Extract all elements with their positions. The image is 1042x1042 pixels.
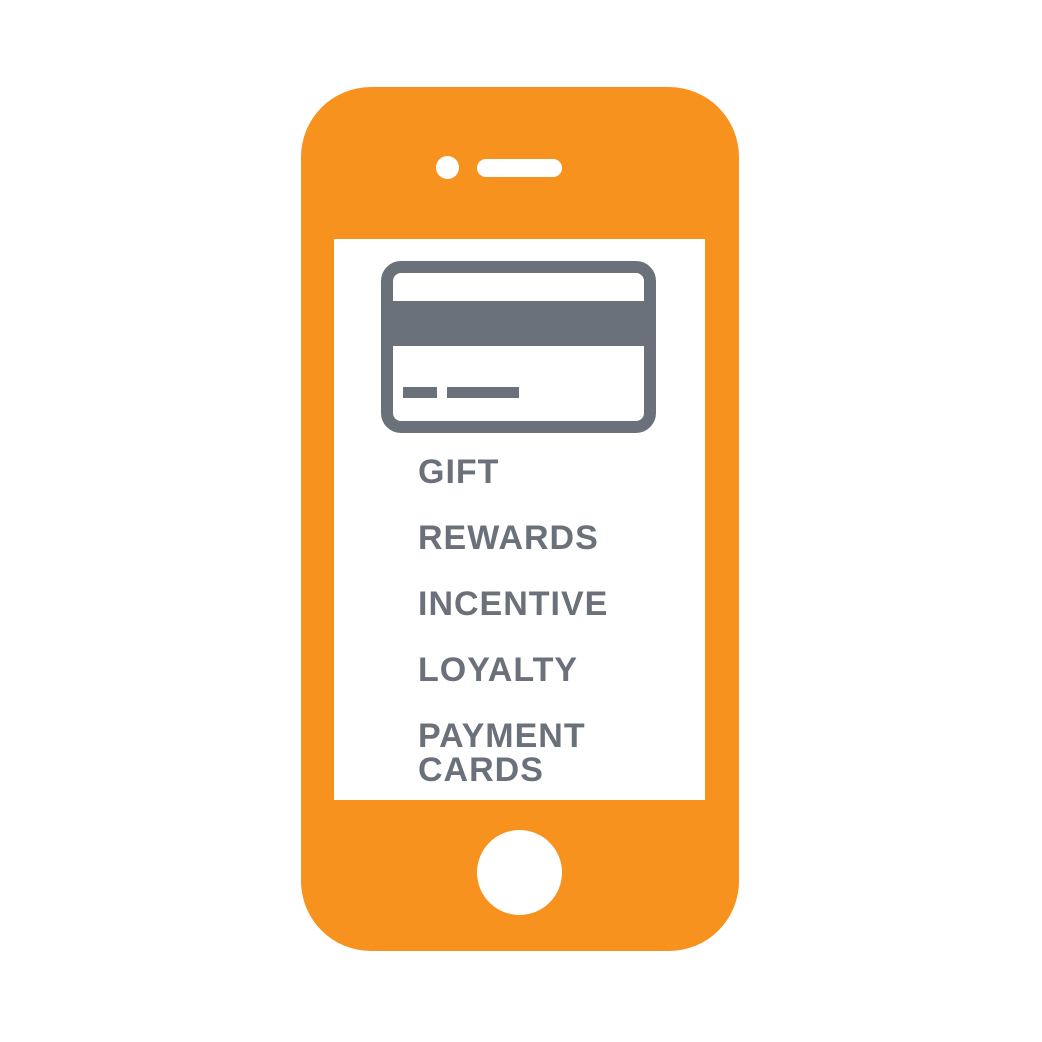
home-button xyxy=(477,830,562,915)
card-type-list: GIFT REWARDS INCENTIVE LOYALTY PAYMENT C… xyxy=(418,455,698,787)
card-outline xyxy=(381,261,656,433)
front-camera xyxy=(436,156,459,179)
list-item-loyalty: LOYALTY xyxy=(418,651,579,689)
card-magnetic-stripe xyxy=(387,301,650,346)
credit-card-icon xyxy=(381,261,656,433)
list-item-gift: GIFT xyxy=(418,453,500,491)
earpiece-speaker xyxy=(477,159,562,177)
list-item-payment-cards: PAYMENT CARDS xyxy=(418,717,586,789)
card-number-dash-long xyxy=(447,387,519,398)
phone-screen: GIFT REWARDS INCENTIVE LOYALTY PAYMENT C… xyxy=(334,239,705,800)
phone-illustration: GIFT REWARDS INCENTIVE LOYALTY PAYMENT C… xyxy=(301,87,739,951)
card-number-dash-short xyxy=(403,387,437,398)
list-item-rewards: REWARDS xyxy=(418,519,599,557)
list-item-incentive: INCENTIVE xyxy=(418,585,609,623)
